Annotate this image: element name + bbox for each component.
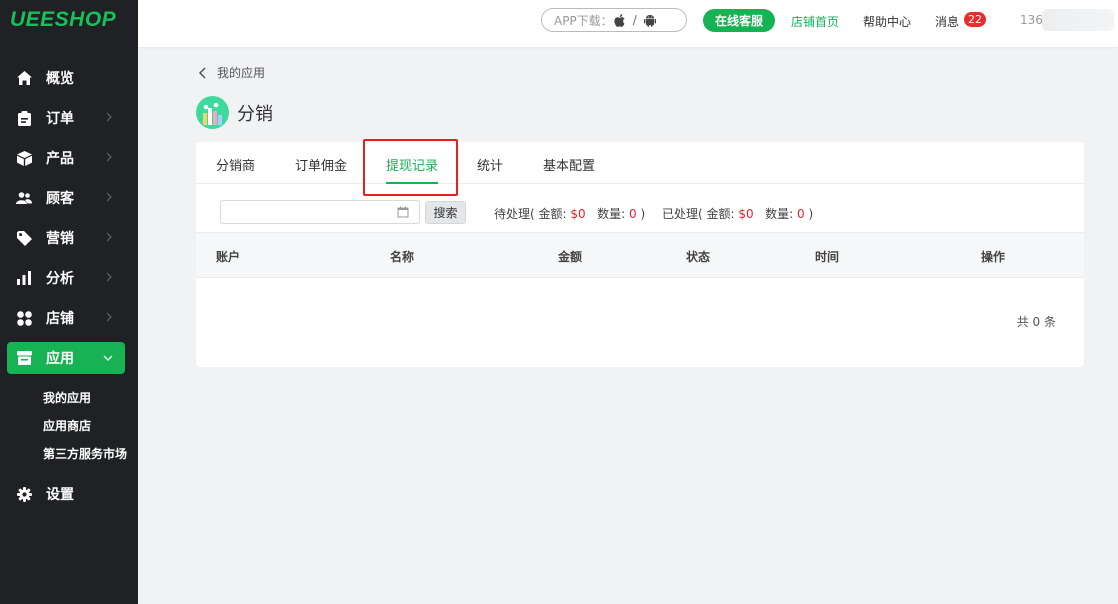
store-home-link[interactable]: 店铺首页: [791, 13, 839, 30]
store-icon: [16, 350, 32, 366]
logo[interactable]: UEESHOP: [0, 0, 138, 40]
android-icon[interactable]: [643, 13, 657, 27]
processed-summary: 已处理( 金额: $0 数量: 0 ): [662, 205, 813, 222]
subnav-item-third-party-market[interactable]: 第三方服务市场: [43, 440, 138, 468]
search-button[interactable]: 搜索: [425, 201, 466, 224]
users-icon: [16, 190, 32, 206]
column-status: 状态: [686, 250, 711, 264]
app-download-label: APP下载：: [554, 13, 613, 28]
gear-icon: [16, 486, 32, 502]
sidebar-item-label: 设置: [46, 487, 74, 503]
bar-chart-icon: [16, 270, 32, 286]
sidebar-item-orders[interactable]: 订单: [0, 98, 138, 138]
tab-statistics[interactable]: 统计: [477, 155, 503, 174]
processed-count-label: 数量:: [765, 207, 794, 221]
sidebar-item-label: 营销: [46, 231, 74, 247]
subnav-item-app-store[interactable]: 应用商店: [43, 412, 138, 440]
processed-label: 已处理( 金额:: [662, 207, 735, 221]
tag-icon: [16, 230, 32, 246]
sidebar-item-settings[interactable]: 设置: [0, 474, 138, 514]
app-header: 分销: [196, 96, 273, 129]
pending-count: 0: [628, 207, 637, 221]
apps-subnav: 我的应用 应用商店 第三方服务市场: [0, 378, 138, 474]
sidebar-item-label: 订单: [46, 111, 74, 127]
processed-amount: $0: [738, 207, 754, 221]
tab-order-commission[interactable]: 订单佣金: [295, 155, 347, 174]
sidebar-item-overview[interactable]: 概览: [0, 58, 138, 98]
sidebar: UEESHOP 概览 订单 产品 顾客 营销 分析 店铺 应用 我的应用 应用商…: [0, 0, 138, 604]
column-actions: 操作: [981, 250, 1006, 264]
page-title: 分销: [237, 103, 273, 125]
main-card: 分销商 订单佣金 提现记录 统计 基本配置 搜索 待处理( 金额: $0 数量:…: [196, 139, 1084, 367]
date-range-input[interactable]: [220, 200, 420, 224]
processed-count: 0: [796, 207, 805, 221]
sidebar-item-label: 分析: [46, 271, 74, 287]
sidebar-item-label: 顾客: [46, 191, 74, 207]
user-account-mask: [1042, 9, 1114, 31]
sidebar-item-marketing[interactable]: 营销: [0, 218, 138, 258]
pending-summary: 待处理( 金额: $0 数量: 0 ): [494, 205, 645, 222]
distribution-app-icon: [196, 96, 229, 129]
sidebar-item-analytics[interactable]: 分析: [0, 258, 138, 298]
tab-withdrawal-records[interactable]: 提现记录: [386, 155, 438, 174]
back-label: 我的应用: [217, 66, 266, 80]
column-account: 账户: [216, 250, 241, 264]
processed-close: ): [808, 207, 814, 221]
home-icon: [16, 70, 32, 86]
calendar-icon[interactable]: [397, 206, 409, 218]
sidebar-item-label: 应用: [46, 351, 74, 367]
tab-bar: 分销商 订单佣金 提现记录 统计 基本配置: [196, 139, 1084, 196]
chevron-right-icon: [102, 190, 116, 204]
back-link[interactable]: 我的应用: [198, 64, 265, 81]
messages-link[interactable]: 消息: [935, 13, 959, 30]
top-header: APP下载： / 在线客服 店铺首页 帮助中心 消息 22 136: [138, 0, 1118, 47]
subnav-item-my-apps[interactable]: 我的应用: [43, 384, 138, 412]
user-account[interactable]: 136: [1020, 13, 1043, 27]
sidebar-item-products[interactable]: 产品: [0, 138, 138, 178]
sidebar-item-customers[interactable]: 顾客: [0, 178, 138, 218]
sidebar-item-label: 概览: [46, 71, 74, 87]
pending-label: 待处理( 金额:: [494, 207, 567, 221]
table-header: 账户 名称 金额 状态 时间 操作: [196, 232, 1084, 278]
sidebar-nav: 概览 订单 产品 顾客 营销 分析 店铺 应用 我的应用 应用商店 第三方服务市…: [0, 58, 138, 514]
tab-distributors[interactable]: 分销商: [216, 155, 255, 174]
tab-basic-config[interactable]: 基本配置: [543, 155, 595, 174]
grid-icon: [16, 310, 32, 326]
total-count: 共 0 条: [1016, 315, 1056, 329]
sidebar-item-apps[interactable]: 应用: [7, 342, 125, 374]
online-service-button[interactable]: 在线客服: [703, 9, 775, 32]
chevron-left-icon: [198, 66, 210, 80]
message-count-badge: 22: [964, 12, 986, 27]
pending-amount: $0: [570, 207, 586, 221]
help-center-link[interactable]: 帮助中心: [863, 13, 911, 30]
column-name: 名称: [390, 250, 415, 264]
chevron-right-icon: [102, 310, 116, 324]
app-download[interactable]: APP下载： /: [541, 8, 687, 32]
sidebar-item-store[interactable]: 店铺: [0, 298, 138, 338]
pending-count-label: 数量:: [597, 207, 626, 221]
column-time: 时间: [815, 250, 840, 264]
pending-close: ): [640, 207, 646, 221]
box-icon: [16, 150, 32, 166]
apple-icon[interactable]: [613, 13, 627, 27]
column-amount: 金额: [558, 250, 583, 264]
separator: /: [632, 13, 637, 27]
sidebar-item-label: 产品: [46, 151, 74, 167]
chevron-right-icon: [102, 110, 116, 124]
clipboard-icon: [16, 110, 32, 126]
chevron-right-icon: [102, 270, 116, 284]
filter-bar: 搜索 待处理( 金额: $0 数量: 0 ) 已处理( 金额: $0 数量: 0…: [196, 184, 1084, 232]
chevron-right-icon: [102, 230, 116, 244]
chevron-down-icon: [101, 351, 115, 365]
chevron-right-icon: [102, 150, 116, 164]
sidebar-item-label: 店铺: [46, 311, 74, 327]
